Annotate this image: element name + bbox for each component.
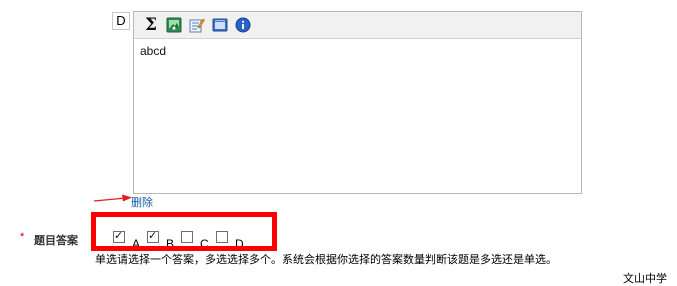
- option-letter-label: D: [112, 12, 130, 30]
- edit-note-icon[interactable]: [188, 16, 206, 34]
- editor-content[interactable]: abcd: [134, 39, 581, 63]
- answer-field-label: 题目答案: [34, 235, 78, 247]
- highlight-box-annotation: [91, 212, 277, 251]
- red-arrow-annotation: [93, 194, 132, 202]
- editor-toolbar: Σ: [134, 12, 581, 39]
- school-name: 文山中学: [623, 273, 667, 285]
- media-window-icon[interactable]: [211, 16, 229, 34]
- delete-option-link[interactable]: 删除: [131, 194, 153, 210]
- sigma-formula-icon[interactable]: Σ: [142, 16, 160, 34]
- option-editor[interactable]: Σ abcd: [133, 11, 582, 194]
- insert-image-icon[interactable]: [165, 16, 183, 34]
- info-icon[interactable]: [234, 16, 252, 34]
- answer-hint-text: 单选请选择一个答案，多选选择多个。系统会根据你选择的答案数量判断该题是多选还是单…: [95, 254, 557, 266]
- required-marker: *: [20, 231, 25, 243]
